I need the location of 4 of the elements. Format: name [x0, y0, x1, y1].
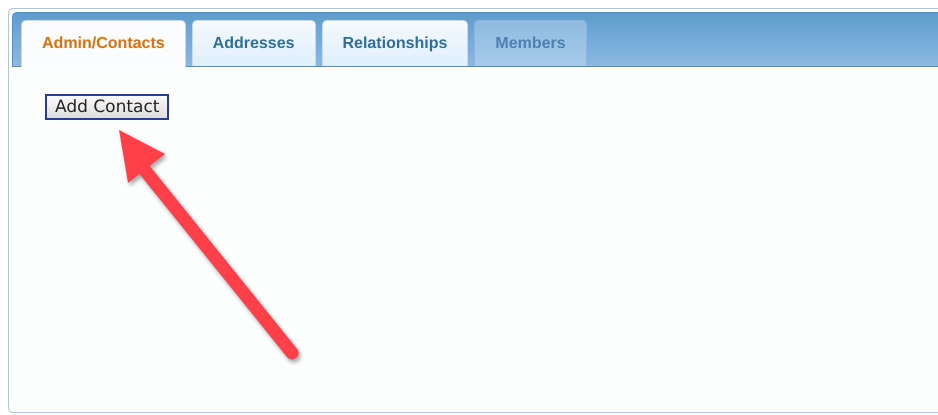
tab[interactable]: Addresses	[192, 20, 316, 66]
tab[interactable]: Relationships	[322, 20, 468, 66]
tab[interactable]: Admin/Contacts	[21, 20, 186, 67]
add-contact-button[interactable]: Add Contact	[45, 94, 170, 120]
